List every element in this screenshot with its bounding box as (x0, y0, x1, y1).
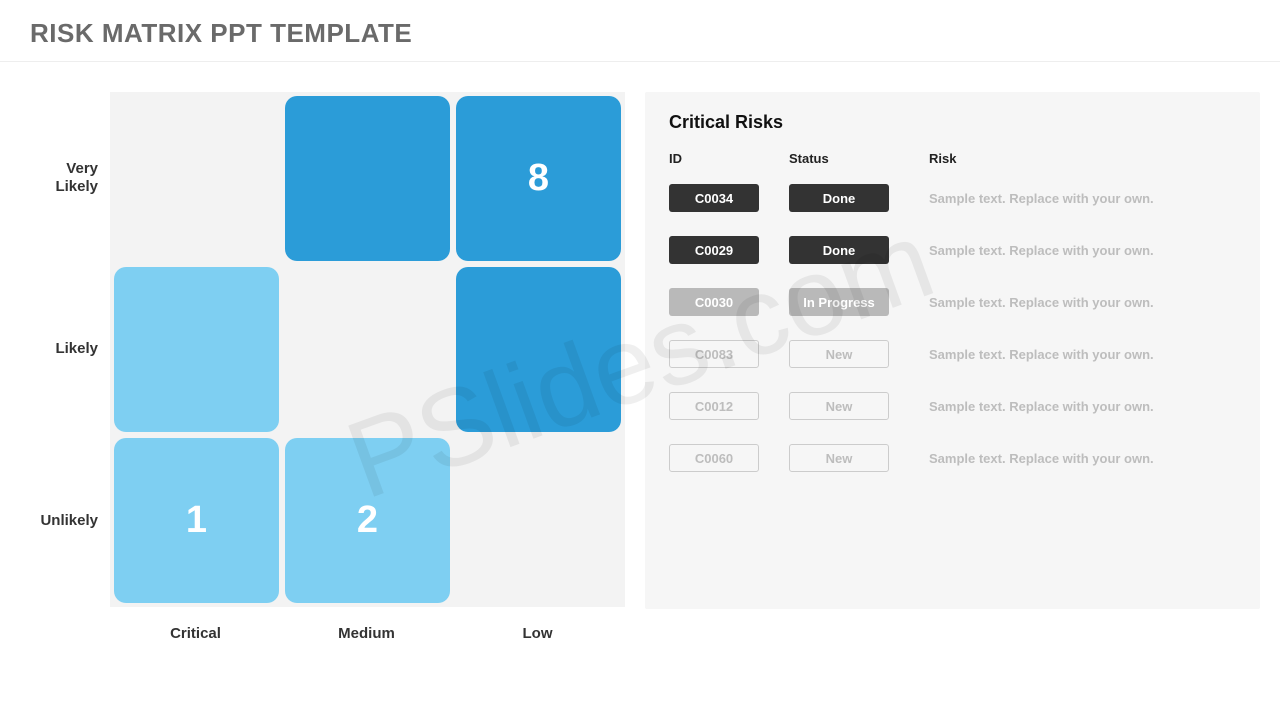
risk-row: C0012 New Sample text. Replace with your o… (669, 392, 1236, 420)
matrix-cell (285, 267, 450, 432)
risk-id-pill: C0029 (669, 236, 759, 264)
matrix-grid: 8 12 (110, 92, 625, 607)
y-label-likely: Likely (20, 267, 110, 432)
risk-id-pill: C0012 (669, 392, 759, 420)
risk-status-pill: New (789, 340, 889, 368)
risk-text: Sample text. Replace with your own. (929, 191, 1236, 206)
risks-header: ID Status Risk (669, 151, 1236, 166)
risk-text: Sample text. Replace with your own. (929, 295, 1236, 310)
matrix-cell: 1 (114, 438, 279, 603)
risk-status-pill: In Progress (789, 288, 889, 316)
risk-status-pill: Done (789, 236, 889, 264)
risk-status-pill: Done (789, 184, 889, 212)
content: Very Likely Likely Unlikely 8 12 Critical… (0, 62, 1280, 652)
risk-row: C0083 New Sample text. Replace with your o… (669, 340, 1236, 368)
x-label-critical: Critical (110, 607, 281, 642)
matrix-cell (114, 96, 279, 261)
header: RISK MATRIX PPT TEMPLATE (0, 0, 1280, 62)
matrix-cell: 8 (456, 96, 621, 261)
y-label-unlikely: Unlikely (20, 439, 110, 604)
matrix-cell (456, 438, 621, 603)
risk-status-pill: New (789, 444, 889, 472)
y-axis-labels: Very Likely Likely Unlikely (20, 92, 110, 607)
header-status: Status (789, 151, 929, 166)
risk-row: C0060 New Sample text. Replace with your o… (669, 444, 1236, 472)
risk-status-pill: New (789, 392, 889, 420)
matrix-cell (456, 267, 621, 432)
header-risk: Risk (929, 151, 1236, 166)
risks-panel: Critical Risks ID Status Risk C0034 Done S… (645, 92, 1260, 609)
x-label-low: Low (452, 607, 623, 642)
x-axis-labels: Critical Medium Low (110, 607, 623, 642)
matrix-cell: 2 (285, 438, 450, 603)
risk-row: C0029 Done Sample text. Replace with your … (669, 236, 1236, 264)
matrix-cell (114, 267, 279, 432)
risks-title: Critical Risks (669, 112, 1236, 133)
risk-id-pill: C0060 (669, 444, 759, 472)
risk-row: C0030 In Progress Sample text. Replace wit… (669, 288, 1236, 316)
risk-text: Sample text. Replace with your own. (929, 347, 1236, 362)
risk-text: Sample text. Replace with your own. (929, 399, 1236, 414)
risk-row: C0034 Done Sample text. Replace with your … (669, 184, 1236, 212)
header-id: ID (669, 151, 789, 166)
y-label-very-likely: Very Likely (20, 95, 110, 260)
x-label-medium: Medium (281, 607, 452, 642)
matrix-body: Very Likely Likely Unlikely 8 12 (20, 92, 625, 607)
risk-id-pill: C0083 (669, 340, 759, 368)
risk-matrix: Very Likely Likely Unlikely 8 12 Critical… (20, 92, 625, 642)
page-title: RISK MATRIX PPT TEMPLATE (30, 18, 1250, 49)
risk-text: Sample text. Replace with your own. (929, 243, 1236, 258)
risks-rows: C0034 Done Sample text. Replace with your … (669, 184, 1236, 472)
risk-id-pill: C0030 (669, 288, 759, 316)
risk-text: Sample text. Replace with your own. (929, 451, 1236, 466)
risk-id-pill: C0034 (669, 184, 759, 212)
matrix-cell (285, 96, 450, 261)
